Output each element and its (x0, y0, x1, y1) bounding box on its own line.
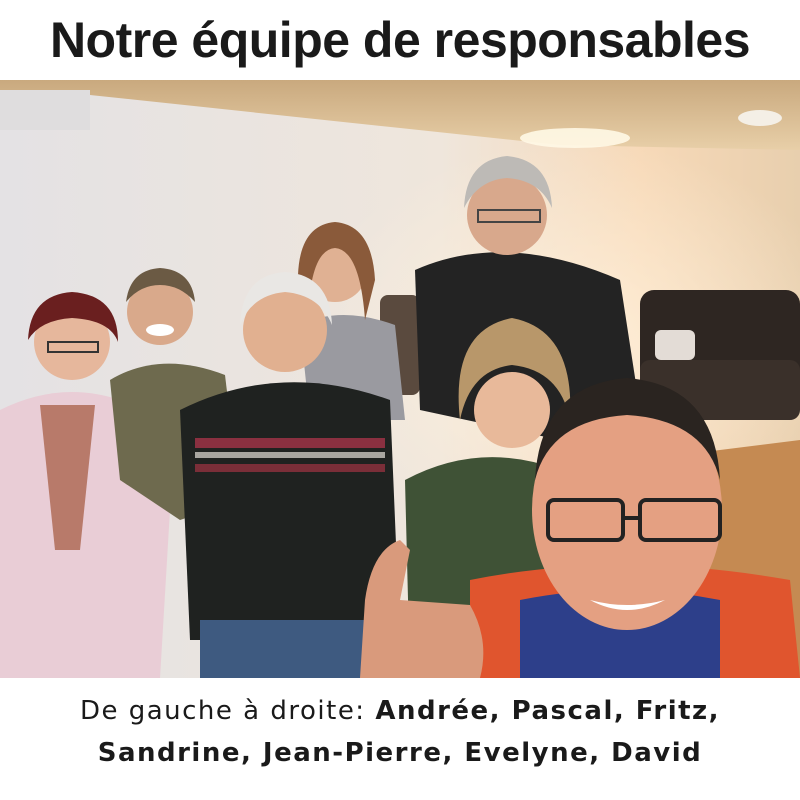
photo-caption: De gauche à droite: Andrée, Pascal, Frit… (0, 690, 800, 774)
caption-names-line2: Sandrine, Jean-Pierre, Evelyne, David (97, 738, 703, 768)
caption-prefix: De gauche à droite: (79, 696, 376, 726)
caption-names-line1: Andrée, Pascal, Fritz, (375, 696, 721, 726)
caption-line-1: De gauche à droite: Andrée, Pascal, Frit… (0, 690, 800, 732)
group-photo (0, 80, 800, 678)
caption-line-2: Sandrine, Jean-Pierre, Evelyne, David (0, 732, 800, 774)
page-title: Notre équipe de responsables (49, 12, 751, 68)
